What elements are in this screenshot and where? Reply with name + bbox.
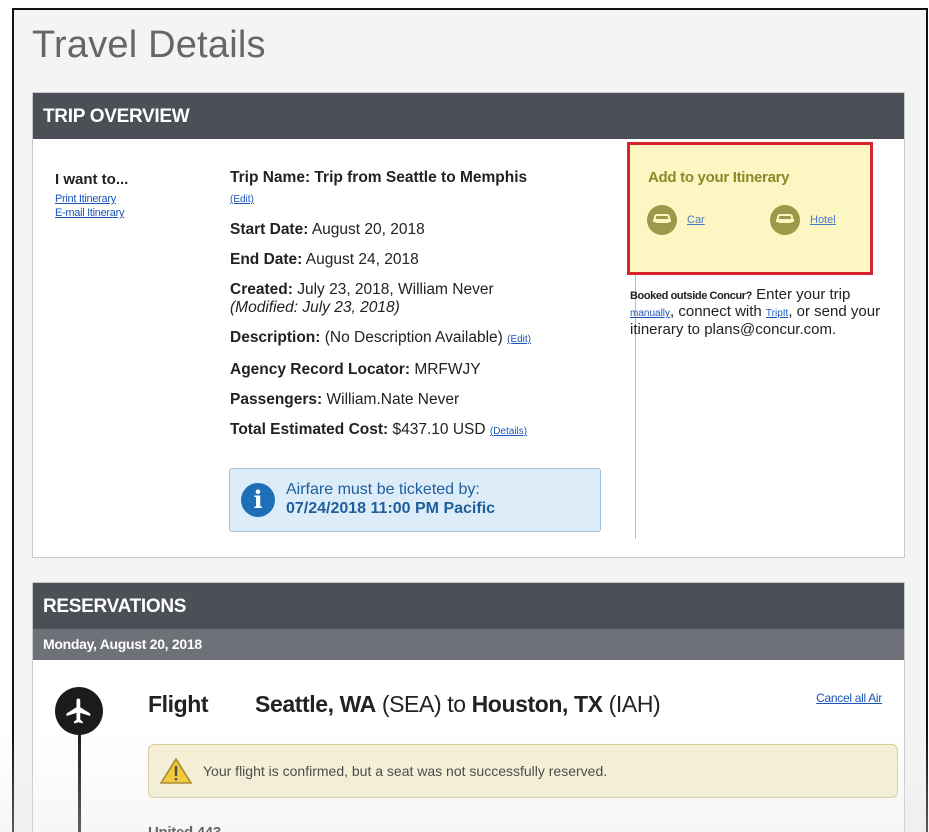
destination-city: Houston, TX xyxy=(471,691,603,717)
passengers-label: Passengers: xyxy=(230,391,323,408)
passengers-value: William.Nate Never xyxy=(326,391,460,408)
warning-icon xyxy=(160,757,192,784)
flight-route: Seattle, WA (SEA) to Houston, TX (IAH) xyxy=(255,691,661,718)
i-want-to-title: I want to... xyxy=(55,171,129,188)
cost-details-link[interactable]: (Details) xyxy=(490,426,527,437)
seat-warning-text: Your flight is confirmed, but a seat was… xyxy=(203,763,608,779)
booked-outside-text: Booked outside Concur? Enter your trip m… xyxy=(630,287,898,338)
add-to-itinerary-box: Add to your Itinerary Car Hotel xyxy=(627,142,873,275)
add-car-button[interactable]: Car xyxy=(647,205,705,235)
ticketing-notice-label: Airfare must be ticketed by: xyxy=(286,481,480,498)
trip-name-label: Trip Name: xyxy=(230,169,311,186)
trip-name-row: Trip Name: Trip from Seattle to Memphis … xyxy=(230,169,620,209)
end-date-value: August 24, 2018 xyxy=(305,251,419,268)
page-title: Travel Details xyxy=(32,24,266,66)
itinerary-timeline xyxy=(78,733,81,832)
start-date-row: Start Date: August 20, 2018 xyxy=(230,221,620,239)
end-date-row: End Date: August 24, 2018 xyxy=(230,251,620,269)
cost-value: $437.10 USD xyxy=(392,421,486,438)
edit-description-link[interactable]: (Edit) xyxy=(507,334,531,345)
cost-label: Total Estimated Cost: xyxy=(230,421,389,438)
created-row: Created: July 23, 2018, William Never (M… xyxy=(230,281,620,317)
booked-text-2: , connect with xyxy=(670,303,766,320)
info-icon: i xyxy=(241,483,275,517)
edit-trip-name-link[interactable]: (Edit) xyxy=(230,194,254,205)
car-icon xyxy=(647,205,677,235)
description-value: (No Description Available) xyxy=(324,329,503,346)
trip-name-value: Trip from Seattle to Memphis xyxy=(314,169,528,186)
start-date-value: August 20, 2018 xyxy=(311,221,425,238)
booked-text-1: Enter your trip xyxy=(751,286,851,303)
modified-value: (Modified: July 23, 2018) xyxy=(230,299,400,316)
end-date-label: End Date: xyxy=(230,251,303,268)
created-value: July 23, 2018, William Never xyxy=(297,281,494,298)
flight-label: Flight xyxy=(148,691,209,717)
passengers-row: Passengers: William.Nate Never xyxy=(230,391,620,409)
window-frame: Travel Details TRIP OVERVIEW I want to..… xyxy=(12,8,928,832)
locator-label: Agency Record Locator: xyxy=(230,361,411,378)
add-hotel-button[interactable]: Hotel xyxy=(770,205,836,235)
destination-code: (IAH) xyxy=(608,691,661,717)
locator-row: Agency Record Locator: MRFWJY xyxy=(230,361,620,379)
trip-overview-panel: TRIP OVERVIEW I want to... Print Itinera… xyxy=(32,92,905,558)
reservations-header: RESERVATIONS xyxy=(33,583,904,629)
cost-row: Total Estimated Cost: $437.10 USD (Detai… xyxy=(230,421,620,441)
description-row: Description: (No Description Available) … xyxy=(230,329,620,349)
flight-number: United 443 xyxy=(148,824,221,832)
trip-details: Trip Name: Trip from Seattle to Memphis … xyxy=(230,169,620,453)
origin-city: Seattle, WA xyxy=(255,691,376,717)
description-label: Description: xyxy=(230,329,321,346)
tripit-link[interactable]: TripIt xyxy=(766,308,788,319)
created-label: Created: xyxy=(230,281,293,298)
i-want-to-section: I want to... Print Itinerary E-mail Itin… xyxy=(55,171,205,220)
enter-manually-link[interactable]: manually xyxy=(630,308,670,319)
booked-outside-lead: Booked outside Concur? xyxy=(630,290,752,302)
airplane-icon xyxy=(55,687,103,735)
trip-overview-header: TRIP OVERVIEW xyxy=(33,93,904,139)
add-hotel-label[interactable]: Hotel xyxy=(810,214,836,226)
hotel-icon xyxy=(770,205,800,235)
origin-code: (SEA) xyxy=(381,691,442,717)
email-itinerary-link[interactable]: E-mail Itinerary xyxy=(55,206,205,220)
cancel-all-air-link[interactable]: Cancel all Air xyxy=(816,691,882,705)
seat-warning: Your flight is confirmed, but a seat was… xyxy=(148,744,898,798)
reservations-panel: RESERVATIONS Monday, August 20, 2018 Fli… xyxy=(32,582,905,832)
add-car-label[interactable]: Car xyxy=(687,214,705,226)
start-date-label: Start Date: xyxy=(230,221,309,238)
route-to-word: to xyxy=(447,691,466,717)
add-to-itinerary-title: Add to your Itinerary xyxy=(648,169,790,186)
locator-value: MRFWJY xyxy=(414,361,481,378)
ticketing-deadline: 07/24/2018 11:00 PM Pacific xyxy=(286,500,496,517)
print-itinerary-link[interactable]: Print Itinerary xyxy=(55,192,205,206)
ticketing-notice: i Airfare must be ticketed by: 07/24/201… xyxy=(229,468,601,532)
reservation-date-bar: Monday, August 20, 2018 xyxy=(33,629,904,660)
